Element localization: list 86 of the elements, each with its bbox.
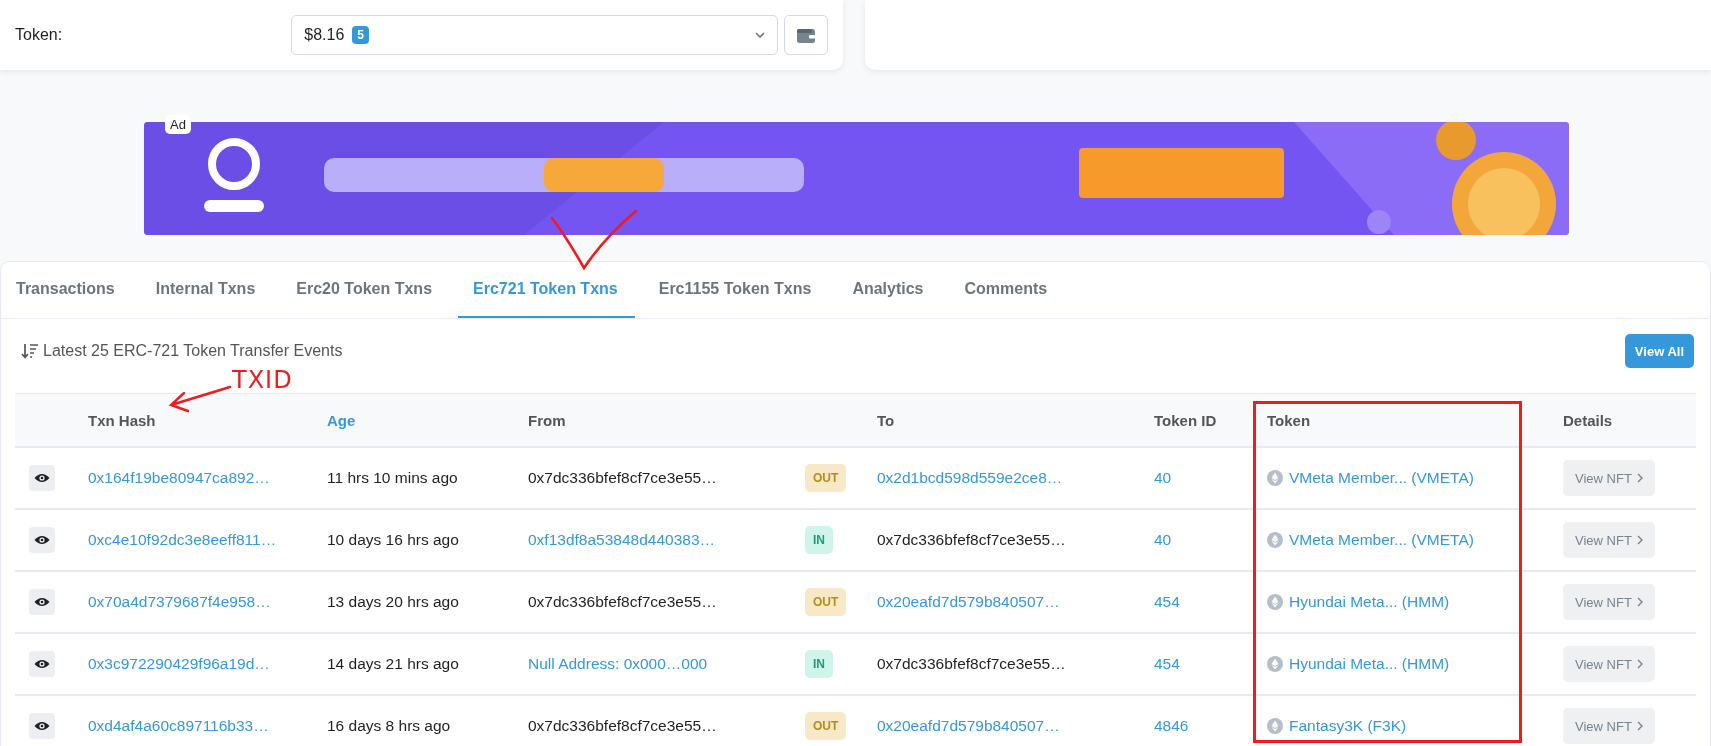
token-label: Token: [15, 26, 64, 44]
preview-button[interactable] [29, 713, 55, 739]
view-nft-button[interactable]: View NFT [1563, 646, 1655, 682]
preview-button[interactable] [29, 527, 55, 553]
address-link[interactable]: 0x20eafd7d579b840507… [877, 717, 1060, 735]
direction-badge: OUT [805, 464, 847, 492]
column-header: Txn Hash [88, 411, 156, 429]
sort-icon [21, 343, 39, 359]
tab[interactable]: Erc721 Token Txns [458, 262, 635, 318]
token-dropdown[interactable]: $8.16 5 [291, 15, 779, 55]
chevron-right-icon [1636, 473, 1643, 483]
tab[interactable]: Erc1155 Token Txns [643, 262, 829, 318]
token-link[interactable]: VMeta Member... (VMETA) [1289, 531, 1474, 549]
token-link[interactable]: Hyundai Meta... (HMM) [1289, 655, 1450, 673]
wallet-icon [797, 27, 816, 43]
wallet-button[interactable] [784, 15, 828, 55]
tab[interactable]: Erc20 Token Txns [281, 262, 450, 318]
summary-text: Latest 25 ERC-721 Token Transfer Events [43, 342, 343, 360]
ad-badge: Ad [165, 115, 191, 134]
eye-icon [34, 473, 50, 483]
column-header: Details [1563, 411, 1613, 429]
preview-button[interactable] [29, 465, 55, 491]
count-badge: 5 [352, 26, 370, 44]
age-text: 10 days 16 hrs ago [327, 531, 459, 549]
view-nft-button[interactable]: View NFT [1563, 708, 1655, 744]
view-nft-button[interactable]: View NFT [1563, 460, 1655, 496]
age-text: 16 days 8 hrs ago [327, 717, 451, 735]
column-header: From [528, 411, 566, 429]
chevron-right-icon [1636, 721, 1643, 731]
chevron-right-icon [1636, 597, 1643, 607]
column-header: Token ID [1154, 411, 1217, 429]
ethereum-icon [1267, 656, 1283, 672]
tab[interactable]: Internal Txns [140, 262, 273, 318]
token-id-link[interactable]: 40 [1154, 469, 1172, 487]
view-nft-button[interactable]: View NFT [1563, 522, 1655, 558]
txn-hash-link[interactable]: 0xc4e10f92dc3e8eeff811… [88, 531, 277, 549]
column-header: Token [1267, 411, 1311, 429]
tab[interactable]: Analytics [837, 262, 941, 318]
direction-badge: IN [805, 650, 833, 678]
preview-button[interactable] [29, 651, 55, 677]
tab[interactable]: Transactions [1, 262, 132, 318]
token-id-link[interactable]: 4846 [1154, 717, 1189, 735]
direction-badge: OUT [805, 588, 847, 616]
direction-badge: IN [805, 526, 833, 554]
eye-icon [34, 721, 50, 731]
address-text: 0x7dc336bfef8cf7ce3e55… [528, 717, 717, 735]
token-link[interactable]: Hyundai Meta... (HMM) [1289, 593, 1450, 611]
txn-hash-link[interactable]: 0x164f19be80947ca892… [88, 469, 270, 487]
column-header: To [877, 411, 895, 429]
age-text: 11 hrs 10 mins ago [327, 469, 458, 487]
token-link[interactable]: Fantasy3K (F3K) [1289, 717, 1407, 735]
annotation-label: TXID [232, 366, 293, 394]
txn-hash-link[interactable]: 0x3c972290429f96a19d… [88, 655, 270, 673]
chevron-right-icon [1636, 535, 1643, 545]
txn-hash-link[interactable]: 0xd4af4a60c897116b33… [88, 717, 269, 735]
arrow-annotation [168, 383, 232, 413]
direction-badge: OUT [805, 712, 847, 740]
ethereum-icon [1267, 718, 1283, 734]
view-all-button[interactable]: View All [1624, 334, 1694, 368]
ethereum-icon [1267, 532, 1283, 548]
chevron-right-icon [1636, 659, 1643, 669]
age-text: 13 days 20 hrs ago [327, 593, 459, 611]
ethereum-icon [1267, 470, 1283, 486]
address-text: 0x7dc336bfef8cf7ce3e55… [528, 469, 717, 487]
chevron-down-icon [755, 32, 766, 38]
token-link[interactable]: VMeta Member... (VMETA) [1289, 469, 1474, 487]
address-text: 0x7dc336bfef8cf7ce3e55… [877, 655, 1066, 673]
address-link[interactable]: 0x2d1bcd598d559e2ce8… [877, 469, 1063, 487]
eye-icon [34, 597, 50, 607]
ethereum-icon [1267, 594, 1283, 610]
address-text: 0x7dc336bfef8cf7ce3e55… [877, 531, 1066, 549]
token-id-link[interactable]: 40 [1154, 531, 1172, 549]
view-nft-button[interactable]: View NFT [1563, 584, 1655, 620]
preview-button[interactable] [29, 589, 55, 615]
token-id-link[interactable]: 454 [1154, 593, 1180, 611]
tab[interactable]: Comments [949, 262, 1065, 318]
address-link[interactable]: 0x20eafd7d579b840507… [877, 593, 1060, 611]
age-text: 14 days 21 hrs ago [327, 655, 459, 673]
eye-icon [34, 659, 50, 669]
address-link[interactable]: Null Address: 0x000…000 [528, 655, 708, 673]
token-id-link[interactable]: 454 [1154, 655, 1180, 673]
address-link[interactable]: 0xf13df8a53848d440383… [528, 531, 716, 549]
column-sort-link[interactable]: Age [327, 411, 356, 429]
txn-hash-link[interactable]: 0x70a4d7379687f4e958… [88, 593, 271, 611]
eye-icon [34, 535, 50, 545]
address-text: 0x7dc336bfef8cf7ce3e55… [528, 593, 717, 611]
